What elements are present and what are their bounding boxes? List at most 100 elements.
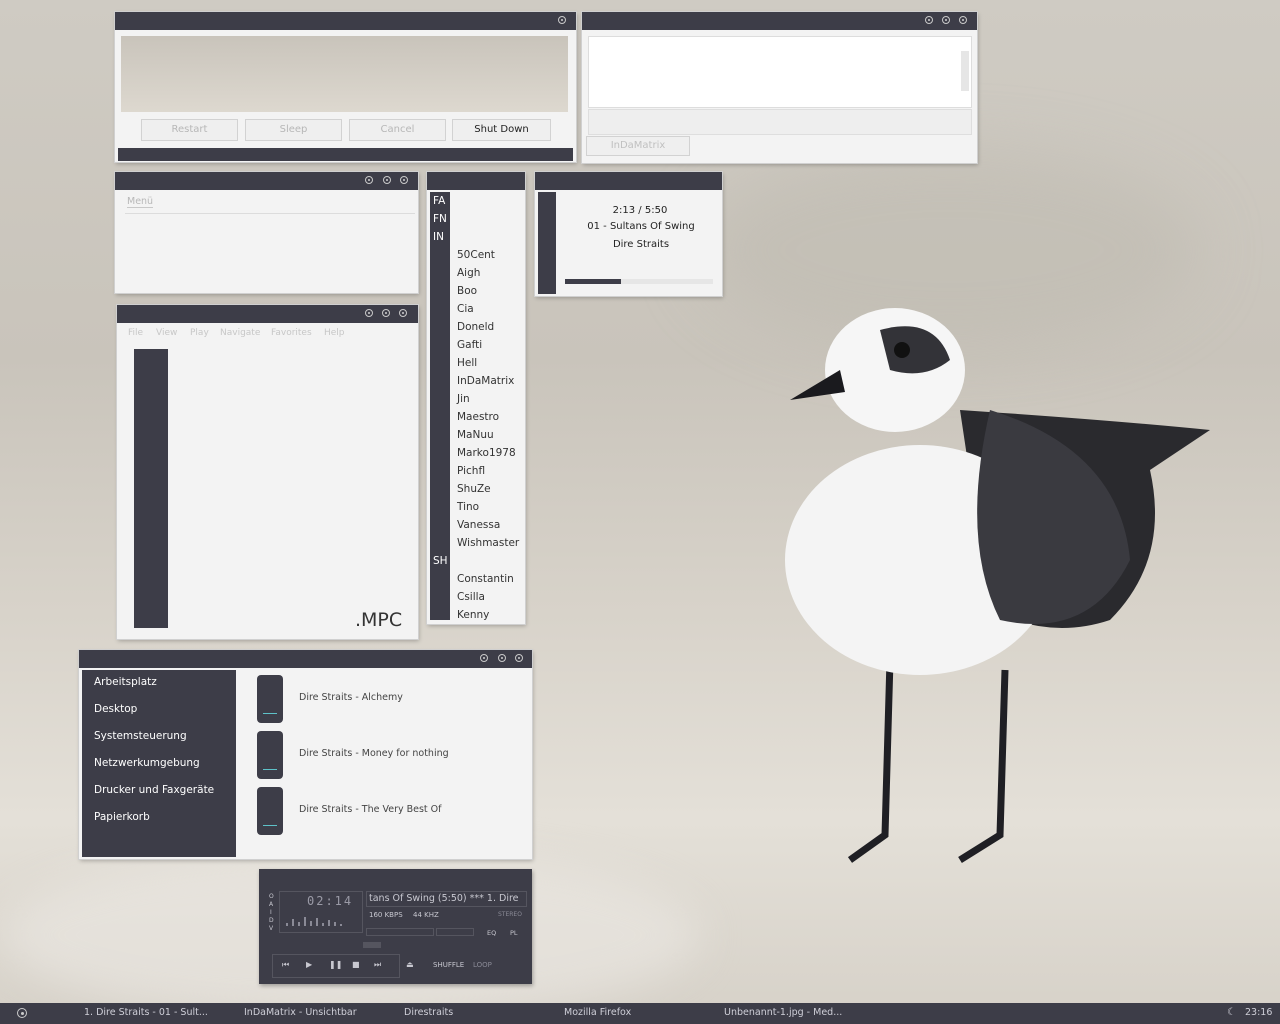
spectrum-visualizer: [286, 917, 342, 926]
contacts-titlebar[interactable]: [427, 172, 525, 190]
loop-button[interactable]: LOOP: [473, 961, 492, 969]
contact-item[interactable]: ShuZe: [457, 483, 491, 495]
chat-titlebar[interactable]: [582, 12, 977, 30]
pause-button[interactable]: ❚❚: [329, 960, 342, 969]
mpc-window: .MPC: [117, 305, 418, 639]
mpc-menu-play[interactable]: Play: [190, 328, 209, 338]
group-in[interactable]: IN: [433, 231, 444, 243]
nowplaying-progress[interactable]: [565, 279, 713, 284]
contact-item[interactable]: Doneld: [457, 321, 494, 333]
places-titlebar[interactable]: [79, 650, 532, 668]
chat-tab-indamatrix[interactable]: InDaMatrix: [586, 136, 690, 156]
play-button[interactable]: ▶: [306, 960, 312, 969]
volume-slider[interactable]: [366, 928, 434, 936]
taskbar-item[interactable]: Mozilla Firefox: [564, 1007, 631, 1018]
chat-scrollbar[interactable]: [961, 51, 969, 91]
eq-button[interactable]: EQ: [487, 929, 496, 937]
close-icon[interactable]: [959, 16, 967, 24]
album-item[interactable]: Dire Straits - Money for nothing: [299, 748, 449, 759]
taskbar-item[interactable]: InDaMatrix - Unsichtbar: [244, 1007, 357, 1018]
place-desktop[interactable]: Desktop: [94, 703, 137, 715]
contact-item[interactable]: Maestro: [457, 411, 499, 423]
close-icon[interactable]: [558, 16, 566, 24]
contact-item[interactable]: Kenny: [457, 609, 489, 621]
balance-slider[interactable]: [436, 928, 474, 936]
minimize-icon[interactable]: [365, 309, 373, 317]
next-button[interactable]: ⏭: [374, 960, 381, 970]
place-drucker[interactable]: Drucker und Faxgeräte: [94, 784, 214, 796]
place-arbeitsplatz[interactable]: Arbeitsplatz: [94, 676, 157, 688]
contact-item[interactable]: Csilla: [457, 591, 485, 603]
minimize-icon[interactable]: [925, 16, 933, 24]
close-icon[interactable]: [400, 176, 408, 184]
contact-item[interactable]: Aigh: [457, 267, 480, 279]
contact-item[interactable]: Marko1978: [457, 447, 516, 459]
mpc-video-area[interactable]: [134, 349, 168, 628]
contact-item[interactable]: Constantin: [457, 573, 514, 585]
nowplaying-titlebar[interactable]: [535, 172, 722, 190]
start-icon[interactable]: [17, 1008, 27, 1018]
close-icon[interactable]: [515, 654, 523, 662]
nowplaying-track: 01 - Sultans Of Swing: [587, 221, 695, 232]
chat-history[interactable]: [588, 36, 972, 108]
contact-item[interactable]: Tino: [457, 501, 479, 513]
place-systemsteuerung[interactable]: Systemsteuerung: [94, 730, 187, 742]
group-fa[interactable]: FA: [433, 195, 445, 207]
place-netzwerkumgebung[interactable]: Netzwerkumgebung: [94, 757, 200, 769]
taskbar-item[interactable]: Direstraits: [404, 1007, 453, 1018]
maximize-icon[interactable]: [382, 309, 390, 317]
restart-button[interactable]: Restart: [141, 119, 238, 141]
minimize-icon[interactable]: [365, 176, 373, 184]
contact-item[interactable]: Pichfl: [457, 465, 485, 477]
mpc-menu-navigate[interactable]: Navigate: [220, 328, 260, 338]
mpc-menu-help[interactable]: Help: [324, 328, 345, 338]
pl-button[interactable]: PL: [510, 929, 518, 937]
side-letter: A: [269, 901, 274, 908]
chat-window: InDaMatrix: [582, 12, 977, 163]
place-papierkorb[interactable]: Papierkorb: [94, 811, 150, 823]
menu-label[interactable]: Menü: [127, 196, 154, 208]
group-sh[interactable]: SH: [433, 555, 448, 567]
sleep-button[interactable]: Sleep: [245, 119, 342, 141]
contact-item[interactable]: Boo: [457, 285, 477, 297]
album-thumb[interactable]: [257, 731, 283, 779]
maximize-icon[interactable]: [942, 16, 950, 24]
contact-item[interactable]: Gafti: [457, 339, 482, 351]
prev-button[interactable]: ⏮: [282, 960, 289, 970]
contact-item[interactable]: Jin: [457, 393, 470, 405]
stop-button[interactable]: ■: [352, 960, 360, 969]
group-fn[interactable]: FN: [433, 213, 447, 225]
mpc-menu-file[interactable]: File: [128, 328, 143, 338]
nowplaying-window: 2:13 / 5:50 01 - Sultans Of Swing Dire S…: [535, 172, 722, 296]
player-khz: 44 KHZ: [413, 911, 439, 919]
contact-item[interactable]: Cia: [457, 303, 474, 315]
eject-button[interactable]: ⏏: [406, 960, 414, 969]
minimize-icon[interactable]: [480, 654, 488, 662]
shuffle-button[interactable]: SHUFFLE: [433, 961, 464, 969]
album-thumb[interactable]: [257, 675, 283, 723]
maximize-icon[interactable]: [498, 654, 506, 662]
moon-icon[interactable]: ☾: [1227, 1007, 1236, 1018]
player-stereo: STEREO: [498, 911, 522, 918]
contact-item[interactable]: Wishmaster: [457, 537, 519, 549]
mpc-menu-view[interactable]: View: [156, 328, 177, 338]
mpc-menu-favorites[interactable]: Favorites: [271, 328, 312, 338]
cancel-button[interactable]: Cancel: [349, 119, 446, 141]
maximize-icon[interactable]: [383, 176, 391, 184]
contact-item[interactable]: Vanessa: [457, 519, 500, 531]
album-item[interactable]: Dire Straits - The Very Best Of: [299, 804, 442, 815]
chat-input[interactable]: [588, 109, 972, 135]
shutdown-titlebar[interactable]: [115, 12, 576, 30]
album-thumb[interactable]: [257, 787, 283, 835]
seek-bar[interactable]: [363, 942, 381, 948]
album-item[interactable]: Dire Straits - Alchemy: [299, 692, 403, 703]
shutdown-button[interactable]: Shut Down: [452, 119, 551, 141]
contact-item[interactable]: MaNuu: [457, 429, 494, 441]
taskbar-item[interactable]: 1. Dire Straits - 01 - Sult...: [84, 1007, 208, 1018]
taskbar-item[interactable]: Unbenannt-1.jpg - Med...: [724, 1007, 842, 1018]
contact-item[interactable]: Hell: [457, 357, 477, 369]
side-letter: D: [269, 917, 274, 924]
close-icon[interactable]: [399, 309, 407, 317]
contact-item[interactable]: 50Cent: [457, 249, 495, 261]
contact-item[interactable]: InDaMatrix: [457, 375, 514, 387]
